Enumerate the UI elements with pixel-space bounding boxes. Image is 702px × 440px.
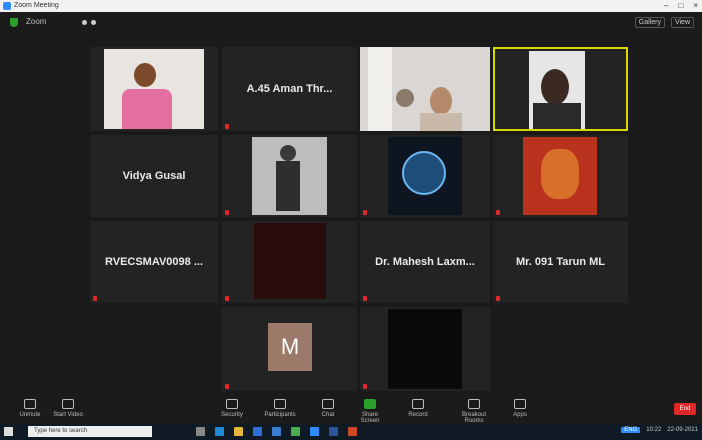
- participant-tile[interactable]: [90, 47, 218, 131]
- participant-tile[interactable]: [360, 307, 490, 391]
- participant-label: [225, 384, 229, 389]
- windows-taskbar: Type here to search ENG 10:22 22-09-2021: [0, 424, 702, 440]
- participant-video: [529, 51, 585, 129]
- participant-name: RVECSMAV0098 ...: [104, 256, 204, 268]
- participant-tile[interactable]: [360, 135, 490, 217]
- participant-label: [363, 384, 367, 389]
- zoom-icon[interactable]: [310, 427, 319, 436]
- participant-video: [388, 137, 462, 215]
- record-icon: [412, 399, 424, 409]
- mic-muted-icon: [363, 210, 367, 215]
- clock-date[interactable]: 22-09-2021: [667, 427, 698, 433]
- mic-muted-icon: [363, 384, 367, 389]
- video-grid: A.45 Aman Thr... Vidya Gusal RVECSMAV009…: [0, 0, 702, 440]
- participant-tile[interactable]: RVECSMAV0098 ...: [90, 221, 218, 303]
- mute-button[interactable]: Unmute: [12, 399, 48, 418]
- edge-icon[interactable]: [215, 427, 224, 436]
- participant-tile[interactable]: [222, 221, 357, 303]
- mic-muted-icon: [363, 296, 367, 301]
- taskbar-search-input[interactable]: Type here to search: [28, 426, 152, 437]
- participants-button[interactable]: Participants: [262, 399, 298, 418]
- language-indicator[interactable]: ENG: [621, 427, 641, 433]
- participant-tile[interactable]: M: [222, 307, 357, 391]
- mic-muted-icon: [496, 210, 500, 215]
- share-screen-icon: [364, 399, 376, 409]
- participant-name: Dr. Mahesh Laxm...: [375, 256, 475, 268]
- participant-label: [225, 296, 229, 301]
- video-button[interactable]: Start Video: [50, 399, 86, 418]
- apps-button[interactable]: Apps: [502, 399, 538, 418]
- participant-tile[interactable]: A.45 Aman Thr...: [222, 47, 357, 131]
- breakout-rooms-icon: [468, 399, 480, 409]
- camera-icon: [62, 399, 74, 409]
- participant-video: [360, 47, 490, 131]
- participant-label: [225, 124, 229, 129]
- record-button[interactable]: Record: [400, 399, 436, 418]
- mic-muted-icon: [93, 296, 97, 301]
- end-meeting-button[interactable]: End: [674, 403, 696, 415]
- people-icon: [274, 399, 286, 409]
- participant-video: [252, 137, 327, 215]
- system-tray: ENG 10:22 22-09-2021: [621, 427, 698, 433]
- chat-button[interactable]: Chat: [310, 399, 346, 418]
- participant-label: [93, 296, 97, 301]
- participant-label: [496, 296, 500, 301]
- meeting-toolbar: Unmute Start Video Security Participants…: [0, 396, 702, 424]
- windows-start-icon[interactable]: [4, 427, 13, 436]
- participant-label: [363, 210, 367, 215]
- mic-muted-icon: [225, 124, 229, 129]
- mic-muted-icon: [225, 296, 229, 301]
- app-icon[interactable]: [348, 427, 357, 436]
- microphone-icon: [24, 399, 36, 409]
- participant-tile[interactable]: Vidya Gusal: [90, 135, 218, 217]
- participant-tile[interactable]: [222, 135, 357, 217]
- participant-video: [388, 309, 462, 389]
- share-screen-button[interactable]: Share Screen: [352, 399, 388, 424]
- participant-tile[interactable]: [493, 135, 628, 217]
- participant-name: A.45 Aman Thr...: [246, 83, 333, 95]
- mic-muted-icon: [225, 384, 229, 389]
- security-button[interactable]: Security: [214, 399, 250, 418]
- participant-video: [523, 137, 597, 215]
- clock-time[interactable]: 10:22: [646, 427, 661, 433]
- participant-tile[interactable]: [360, 47, 490, 131]
- taskbar-apps: [196, 427, 357, 436]
- participant-name: Mr. 091 Tarun ML: [515, 256, 606, 268]
- participant-label: [496, 210, 500, 215]
- chrome-icon[interactable]: [291, 427, 300, 436]
- participant-label: [225, 210, 229, 215]
- chat-icon: [322, 399, 334, 409]
- task-view-icon[interactable]: [196, 427, 205, 436]
- shield-icon: [226, 399, 238, 409]
- file-explorer-icon[interactable]: [234, 427, 243, 436]
- mic-muted-icon: [496, 296, 500, 301]
- mic-muted-icon: [225, 210, 229, 215]
- apps-icon: [514, 399, 526, 409]
- participant-tile-active-speaker[interactable]: [493, 47, 628, 131]
- mail-icon[interactable]: [272, 427, 281, 436]
- breakout-rooms-button[interactable]: Breakout Rooms: [456, 399, 492, 424]
- participant-tile[interactable]: Mr. 091 Tarun ML: [493, 221, 628, 303]
- participant-name: Vidya Gusal: [122, 170, 186, 182]
- participant-video: [104, 49, 204, 129]
- store-icon[interactable]: [253, 427, 262, 436]
- avatar: M: [268, 323, 312, 371]
- participant-tile[interactable]: Dr. Mahesh Laxm...: [360, 221, 490, 303]
- word-icon[interactable]: [329, 427, 338, 436]
- participant-label: [363, 296, 367, 301]
- participant-video: [254, 223, 326, 299]
